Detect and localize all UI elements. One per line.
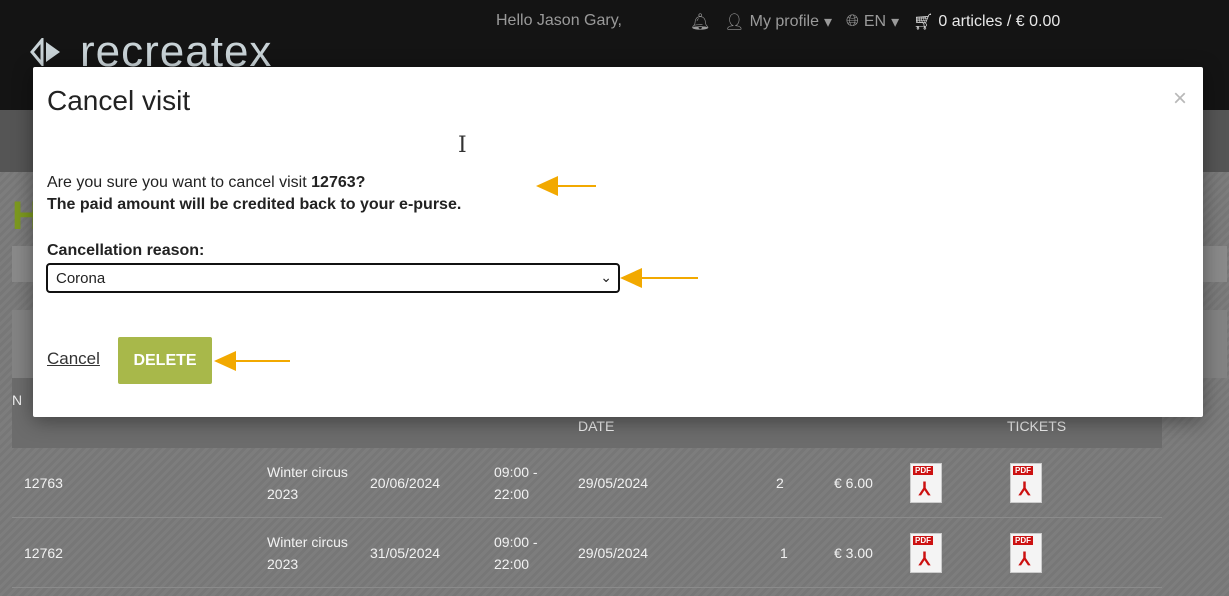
pdf-icon[interactable]: PDF ⅄ [910, 463, 942, 503]
cart-icon: 🛒︎ [913, 14, 934, 31]
profile-menu[interactable]: 👤︎ My profile ▾ [724, 12, 832, 32]
language-label: EN [863, 13, 887, 30]
chevron-down-icon: ▾ [891, 14, 900, 31]
language-menu[interactable]: 🌐︎ EN ▾ [846, 12, 899, 32]
cart-label: 0 articles / € 0.00 [938, 13, 1061, 30]
amount: € 6.00 [834, 474, 873, 491]
visit-date: 31/05/2024 [370, 544, 441, 561]
logo-mark-icon [30, 35, 70, 69]
cart-summary[interactable]: 🛒︎ 0 articles / € 0.00 [913, 12, 1060, 32]
visit-number: 12763 [24, 474, 63, 491]
reason-select[interactable]: Corona ⌄ [46, 263, 620, 293]
visit-time: 09:00 - 22:00 [494, 533, 538, 572]
quantity: 2 [776, 474, 784, 491]
text-cursor-icon: I [458, 133, 467, 158]
visit-number: 12763? [311, 174, 366, 191]
pdf-icon[interactable]: PDF ⅄ [1010, 533, 1042, 573]
column-date: DATE [578, 418, 615, 434]
bell-icon[interactable]: 🔔︎ [690, 12, 710, 32]
reason-label: Cancellation reason: [47, 242, 205, 259]
column-number: N [12, 392, 23, 408]
annotation-arrow [536, 176, 596, 196]
user-icon: 👤︎ [724, 14, 745, 31]
activity-name: Winter circus 2023 [267, 533, 348, 572]
profile-label: My profile [749, 13, 819, 30]
close-icon[interactable]: × [1173, 85, 1187, 113]
visit-date: 20/06/2024 [370, 474, 441, 491]
confirm-question: Are you sure you want to cancel visit 12… [47, 174, 365, 192]
visit-time: 09:00 - 22:00 [494, 463, 538, 502]
quantity: 1 [780, 544, 788, 561]
cancel-link[interactable]: Cancel [47, 349, 100, 369]
confirm-question-text: Are you sure you want to cancel visit [47, 174, 307, 191]
order-date: 29/05/2024 [578, 544, 649, 561]
credit-note: The paid amount will be credited back to… [47, 196, 462, 213]
chevron-down-icon: ▾ [823, 14, 833, 31]
annotation-arrow [620, 268, 698, 288]
top-nav: 🔔︎ 👤︎ My profile ▾ 🌐︎ EN ▾ 🛒︎ 0 articles / € … [690, 12, 1060, 32]
annotation-arrow [214, 351, 290, 371]
dialog-title: Cancel visit [47, 85, 191, 116]
greeting-text: Hello Jason Gary, [496, 12, 622, 29]
table-row: 12763 Winter circus 2023 20/06/2024 09:0… [12, 448, 1162, 518]
activity-name: Winter circus 2023 [267, 463, 348, 502]
reason-value: Corona [56, 270, 106, 287]
column-tickets: TICKETS [1007, 418, 1067, 434]
visit-number: 12762 [24, 544, 63, 561]
chevron-down-icon: ⌄ [600, 269, 612, 285]
pdf-icon[interactable]: PDF ⅄ [1010, 463, 1042, 503]
delete-button[interactable]: DELETE [118, 337, 212, 384]
table-row: 12762 Winter circus 2023 31/05/2024 09:0… [12, 518, 1162, 588]
cancel-visit-dialog: Cancel visit × I Are you sure you want t… [33, 67, 1203, 417]
amount: € 3.00 [834, 544, 873, 561]
pdf-icon[interactable]: PDF ⅄ [910, 533, 942, 573]
order-date: 29/05/2024 [578, 474, 649, 491]
globe-icon: 🌐︎ [846, 13, 859, 30]
